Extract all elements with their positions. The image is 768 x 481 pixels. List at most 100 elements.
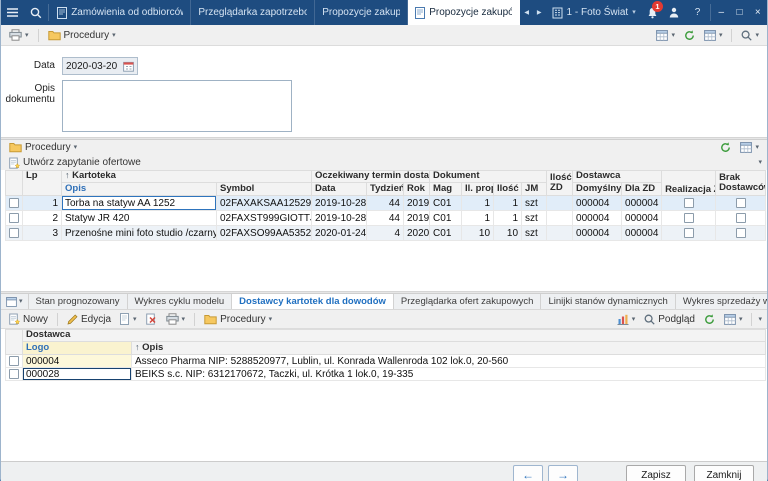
tab-wykres-sprzedazy-miesiecznej[interactable]: Wykres sprzedaży w układzie miesięcznym: [676, 294, 767, 309]
tab-scroll-right-icon[interactable]: ▶: [533, 0, 546, 25]
col-opis[interactable]: Opis: [62, 183, 217, 196]
col-ilosc-zd[interactable]: IlośćZD: [547, 171, 573, 196]
layout-settings-button[interactable]: ▾: [653, 29, 678, 42]
cell-data[interactable]: 2019-10-28: [312, 196, 367, 211]
cell-dla-zd[interactable]: 000004: [622, 226, 662, 241]
supplier-row[interactable]: 000004 Asseco Pharma NIP: 5288520977, Lu…: [6, 355, 766, 368]
col-data[interactable]: Data: [312, 183, 367, 196]
realizacja-zd-checkbox[interactable]: [684, 213, 694, 223]
cell-tydzien[interactable]: 44: [367, 211, 404, 226]
tab-list-button[interactable]: ▾: [1, 294, 29, 309]
row-select-checkbox[interactable]: [9, 198, 19, 208]
print-button[interactable]: ▾: [163, 312, 189, 326]
cell-lp[interactable]: 1: [23, 196, 62, 211]
cell-symbol[interactable]: 02FAXAKSAA1252999999: [217, 196, 312, 211]
help-button[interactable]: ?: [686, 0, 709, 25]
cell-il-prop[interactable]: 1: [462, 196, 494, 211]
cell-il-prop[interactable]: 10: [462, 226, 494, 241]
cell-ilosc[interactable]: 10: [494, 226, 522, 241]
procedury-button[interactable]: Procedury ▾: [45, 29, 119, 42]
cell-ilosc[interactable]: 1: [494, 211, 522, 226]
realizacja-zd-checkbox[interactable]: [684, 228, 694, 238]
cell-domyslny[interactable]: 000004: [573, 196, 622, 211]
brak-dostawcow-checkbox[interactable]: [736, 198, 746, 208]
col-group-termin-dostawy[interactable]: Oczekiwany termin dostawy: [312, 171, 430, 183]
col-group-dokument[interactable]: Dokument: [430, 171, 547, 183]
col-ilosc[interactable]: Ilość: [494, 183, 522, 196]
cell-data[interactable]: 2020-01-24: [312, 226, 367, 241]
collapse-panel-icon[interactable]: ▾: [758, 316, 762, 323]
search-filter-button[interactable]: ▾: [738, 29, 762, 42]
row-select-checkbox[interactable]: [9, 213, 19, 223]
cell-lp[interactable]: 3: [23, 226, 62, 241]
row-select-checkbox[interactable]: [9, 356, 19, 366]
tab-stan-prognozowany[interactable]: Stan prognozowany: [29, 294, 128, 309]
cell-dla-zd[interactable]: 000004: [622, 211, 662, 226]
cell-ilosc-zd[interactable]: [547, 211, 573, 226]
cell-ilosc-zd[interactable]: [547, 226, 573, 241]
chart-button[interactable]: ▾: [614, 313, 639, 326]
minimize-button[interactable]: –: [712, 0, 730, 25]
row-select-checkbox[interactable]: [9, 228, 19, 238]
col-realizacja-zd[interactable]: Realizacja ZD: [662, 171, 716, 196]
table-row[interactable]: 2 Statyw JR 420 02FAXST999GIOTTJR420 201…: [6, 211, 766, 226]
col-symbol[interactable]: Symbol: [217, 183, 312, 196]
grid-settings-button[interactable]: ▾: [737, 141, 762, 154]
next-button[interactable]: →: [548, 465, 578, 481]
cell-tydzien[interactable]: 44: [367, 196, 404, 211]
cell-logo[interactable]: 000004: [23, 355, 132, 368]
procedury-button[interactable]: Procedury ▾: [201, 313, 275, 326]
col-lp[interactable]: Lp: [23, 171, 62, 196]
user-button[interactable]: [663, 0, 686, 25]
create-rfq-button[interactable]: Utwórz zapytanie ofertowe: [6, 156, 144, 170]
cell-rok[interactable]: 2020: [404, 226, 430, 241]
cell-mag[interactable]: C01: [430, 196, 462, 211]
refresh-button[interactable]: [701, 313, 718, 326]
nowy-button[interactable]: Nowy: [6, 312, 51, 326]
cell-ilosc-zd[interactable]: [547, 196, 573, 211]
notifications-button[interactable]: 1: [642, 0, 663, 25]
cell-il-prop[interactable]: 1: [462, 211, 494, 226]
col-group-dostawca[interactable]: Dostawca: [573, 171, 662, 183]
cell-symbol[interactable]: 02FAXST999GIOTTJR420: [217, 211, 312, 226]
col-dla-zd[interactable]: Dla ZD: [622, 183, 662, 196]
tab-przegladarka-ofert[interactable]: Przeglądarka ofert zakupowych: [394, 294, 542, 309]
procedury-button[interactable]: Procedury ▾: [6, 141, 80, 154]
tab-propozycje-zakupow-dokument[interactable]: Propozycje zakupów - [ C01, PRO: [408, 0, 520, 25]
cell-data[interactable]: 2019-10-28: [312, 211, 367, 226]
col-rok[interactable]: Rok: [404, 183, 430, 196]
cell-tydzien[interactable]: 4: [367, 226, 404, 241]
print-button[interactable]: ▾: [6, 28, 32, 42]
tab-propozycje-zakupow[interactable]: Propozycje zakupów: [315, 0, 408, 25]
cell-jm[interactable]: szt: [522, 211, 547, 226]
cell-domyslny[interactable]: 000004: [573, 226, 622, 241]
tab-scroll-left-icon[interactable]: ◀: [520, 0, 533, 25]
cell-mag[interactable]: C01: [430, 226, 462, 241]
global-search-button[interactable]: [24, 0, 47, 25]
col-logo[interactable]: Logo: [23, 342, 132, 355]
close-button[interactable]: ×: [749, 0, 767, 25]
cell-logo[interactable]: 000028: [23, 368, 132, 381]
data-input[interactable]: 2020-03-20: [62, 57, 138, 75]
col-jm[interactable]: JM: [522, 183, 547, 196]
cell-symbol[interactable]: 02FAXSO99AA535299999: [217, 226, 312, 241]
menu-button[interactable]: [1, 0, 24, 25]
col-opis[interactable]: ↑ Opis: [132, 342, 766, 355]
calendar-icon[interactable]: [123, 61, 134, 72]
refresh-button[interactable]: [717, 141, 734, 154]
cell-ilosc[interactable]: 1: [494, 196, 522, 211]
brak-dostawcow-checkbox[interactable]: [736, 228, 746, 238]
cell-opis[interactable]: Torba na statyw AA 1252: [62, 196, 217, 211]
cell-domyslny[interactable]: 000004: [573, 211, 622, 226]
tab-przegladarka-zapotrzebowan[interactable]: Przeglądarka zapotrzebowań (dla: [191, 0, 315, 25]
tab-zamowienia-od-odbiorcow[interactable]: Zamówienia od odbiorców: [50, 0, 191, 25]
cell-rok[interactable]: 2019: [404, 196, 430, 211]
brak-dostawcow-checkbox[interactable]: [736, 213, 746, 223]
table-row[interactable]: 3 Przenośne mini foto studio /czarny/ 02…: [6, 226, 766, 241]
cell-jm[interactable]: szt: [522, 196, 547, 211]
col-tydzien[interactable]: Tydzień: [367, 183, 404, 196]
tab-dostawcy-kartotek[interactable]: Dostawcy kartotek dla dowodów: [232, 294, 394, 309]
grid-settings-button[interactable]: ▾: [701, 29, 726, 42]
opis-dokumentu-input[interactable]: [62, 80, 292, 132]
col-group-kartoteka[interactable]: ↑ Kartoteka: [62, 171, 312, 183]
